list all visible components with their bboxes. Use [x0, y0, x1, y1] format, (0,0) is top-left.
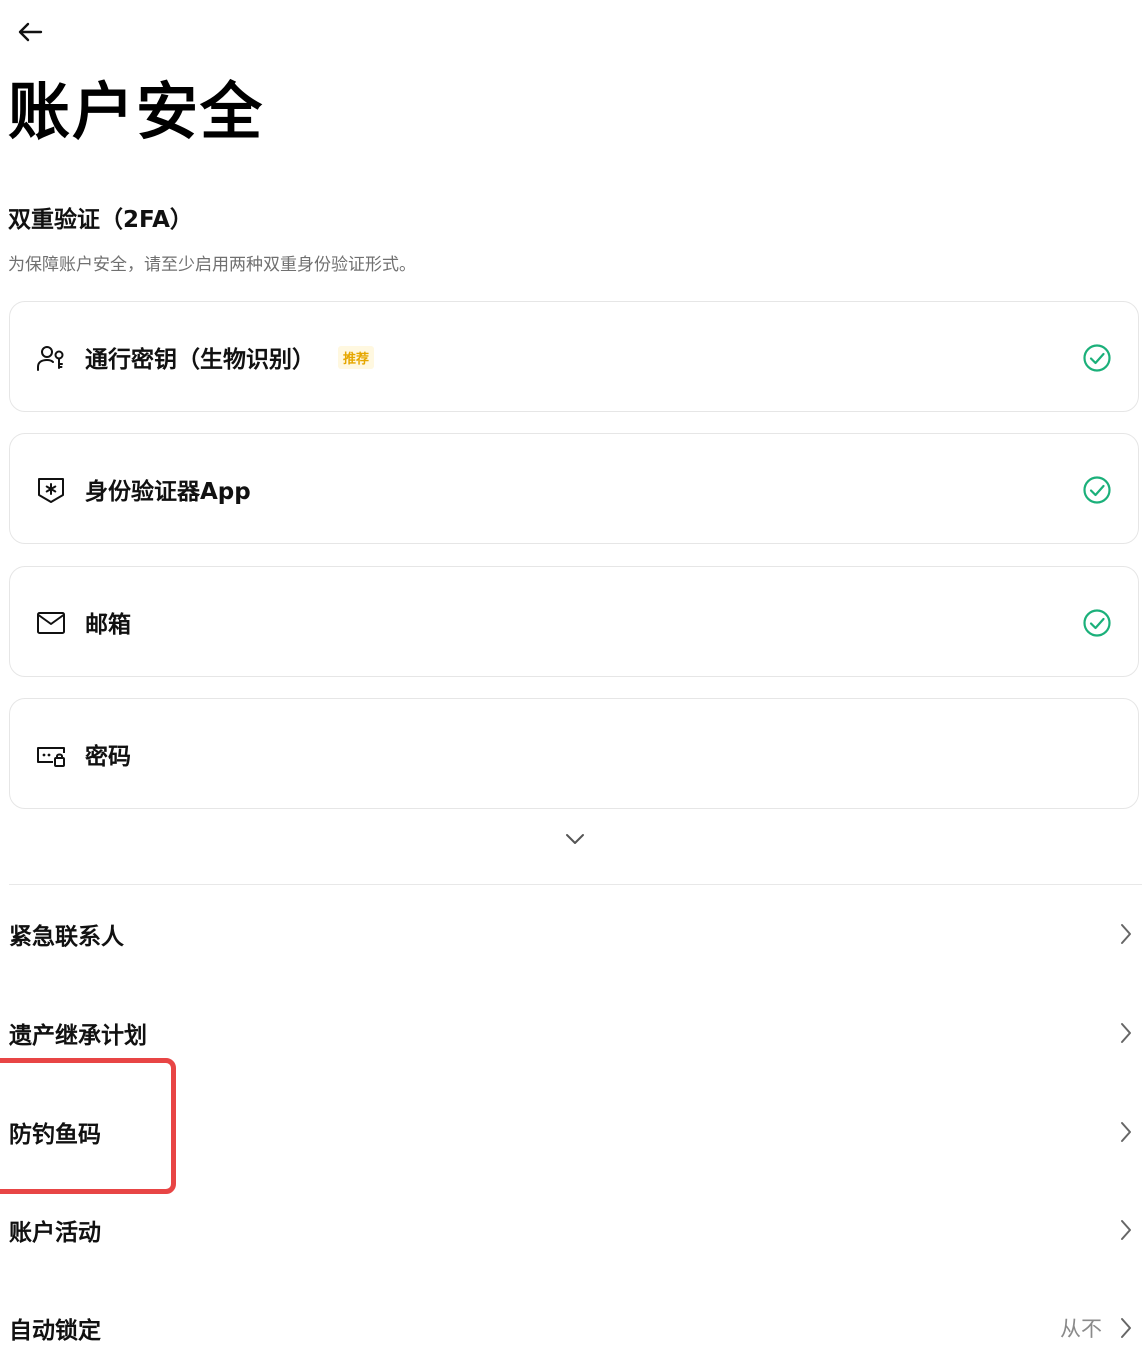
recommended-badge: 推荐	[338, 346, 375, 369]
passkey-user-icon	[37, 346, 64, 371]
chevron-right-icon	[1121, 1122, 1131, 1142]
chevron-right-icon	[1121, 1318, 1131, 1338]
row-label: 防钓鱼码	[9, 1122, 101, 1148]
twofa-email-card[interactable]: 邮箱	[9, 566, 1139, 677]
arrow-left-icon	[18, 22, 43, 42]
twofa-method-label: 通行密钥（生物识别）	[85, 347, 315, 373]
chevron-down-icon[interactable]	[562, 828, 588, 850]
row-label: 遗产继承计划	[9, 1023, 147, 1049]
twofa-method-label: 密码	[85, 744, 131, 770]
settings-row-auto-lock[interactable]: 自动锁定 从不	[0, 1293, 1144, 1363]
chevron-right-icon	[1121, 924, 1131, 944]
chevron-right-icon	[1121, 1220, 1131, 1240]
twofa-method-label: 邮箱	[85, 612, 131, 638]
twofa-authenticator-card[interactable]: 身份验证器App	[9, 433, 1139, 544]
settings-row-inheritance-plan[interactable]: 遗产继承计划	[0, 998, 1144, 1068]
twofa-section-title: 双重验证（2FA）	[8, 207, 193, 233]
password-lock-icon	[37, 747, 65, 767]
twofa-password-card[interactable]: 密码	[9, 698, 1139, 809]
row-label: 账户活动	[9, 1220, 101, 1246]
auto-lock-value: 从不	[1060, 1317, 1102, 1341]
shield-asterisk-icon	[38, 478, 64, 503]
settings-row-emergency-contact[interactable]: 紧急联系人	[0, 899, 1144, 969]
row-label: 自动锁定	[9, 1318, 101, 1344]
twofa-section-description: 为保障账户安全，请至少启用两种双重身份验证形式。	[8, 255, 416, 275]
check-circle-icon	[1083, 609, 1111, 637]
row-label: 紧急联系人	[9, 924, 124, 950]
settings-row-anti-phishing-code[interactable]: 防钓鱼码	[0, 1097, 1144, 1167]
chevron-right-icon	[1121, 1023, 1131, 1043]
twofa-passkey-card[interactable]: 通行密钥（生物识别） 推荐	[9, 301, 1139, 412]
twofa-method-label: 身份验证器App	[85, 479, 251, 505]
settings-row-account-activity[interactable]: 账户活动	[0, 1195, 1144, 1265]
page-title: 账户安全	[8, 75, 265, 148]
mail-icon	[37, 612, 65, 634]
check-circle-icon	[1083, 344, 1111, 372]
section-divider	[9, 884, 1142, 885]
check-circle-icon	[1083, 476, 1111, 504]
back-button[interactable]	[14, 16, 46, 48]
